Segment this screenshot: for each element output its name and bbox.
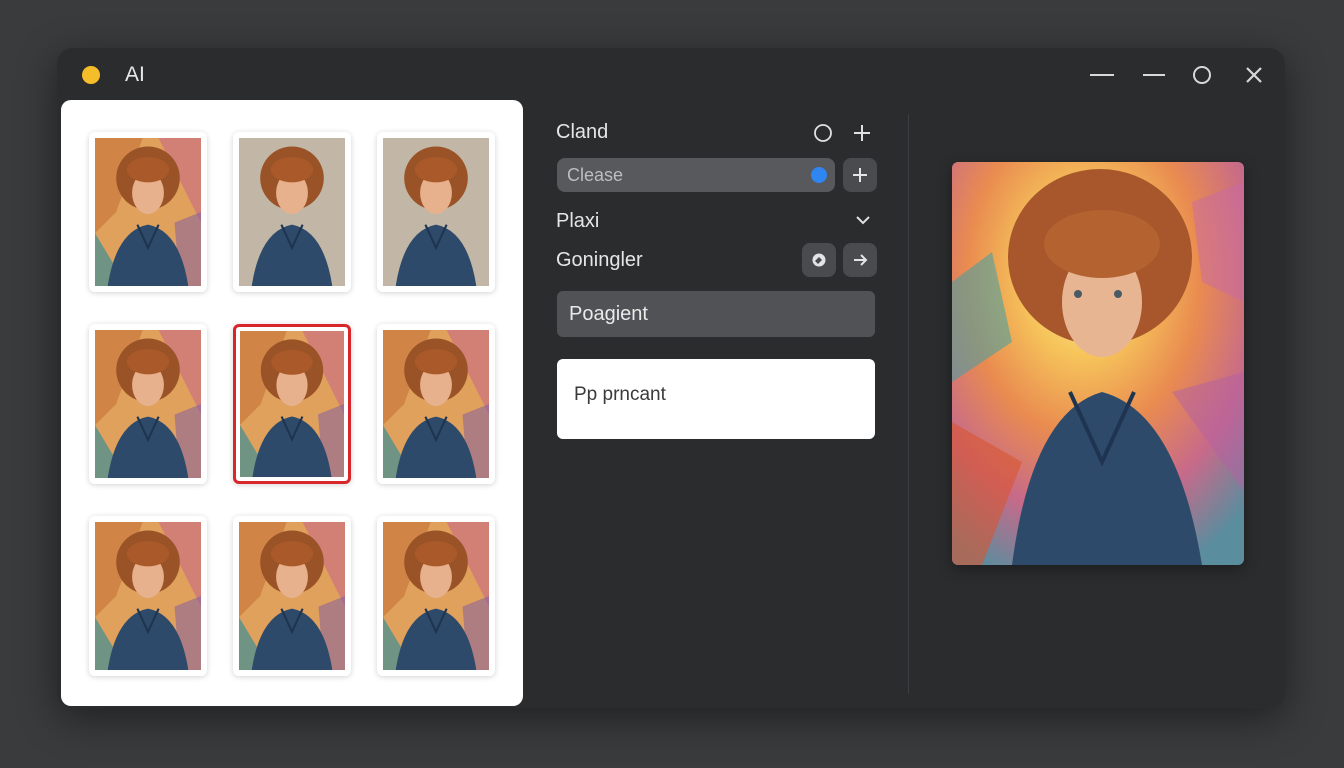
thumbnail[interactable]: [233, 132, 351, 292]
poagient-label: Poagient: [569, 303, 648, 325]
portrait-image: [240, 331, 344, 477]
goningler-label: Goningler: [556, 249, 643, 271]
next-button[interactable]: [843, 243, 877, 277]
app-title: AI: [125, 63, 145, 86]
add-button[interactable]: [843, 158, 877, 192]
thumbnail[interactable]: [377, 324, 495, 484]
prompt-text: Pp prncant: [574, 384, 666, 405]
portrait-image: [239, 522, 345, 670]
portrait-image: [239, 138, 345, 286]
image-gallery: [61, 100, 523, 706]
maximize-icon[interactable]: [1189, 62, 1215, 88]
close-icon[interactable]: [1241, 62, 1267, 88]
portrait-image: [383, 522, 489, 670]
thumbnail[interactable]: [377, 516, 495, 676]
app-window: AI Cland Clease Plaxi Goningler Poagient…: [57, 48, 1285, 708]
magic-icon: [812, 253, 826, 267]
preview-image: [952, 162, 1244, 565]
portrait-image: [95, 330, 201, 478]
chevron-down-icon[interactable]: [851, 208, 875, 232]
thumbnail[interactable]: [233, 516, 351, 676]
plus-icon[interactable]: [850, 121, 874, 145]
plaxi-label: Plaxi: [556, 210, 600, 232]
portrait-image: [383, 138, 489, 286]
status-dot: [82, 66, 100, 84]
circle-icon[interactable]: [811, 121, 835, 145]
portrait-image: [95, 522, 201, 670]
prompt-input[interactable]: Pp prncant: [557, 359, 875, 439]
divider: [908, 114, 909, 694]
title-bar: AI: [57, 48, 1285, 100]
select-value: Clease: [567, 165, 624, 185]
minimize-icon[interactable]: [1089, 62, 1115, 88]
plus-icon: [853, 168, 867, 182]
portrait-image: [95, 138, 201, 286]
magic-button[interactable]: [802, 243, 836, 277]
clease-select[interactable]: Clease: [557, 158, 835, 192]
thumbnail-selected[interactable]: [233, 324, 351, 484]
cland-label: Cland: [556, 121, 609, 143]
arrow-right-icon: [854, 254, 868, 266]
check-icon: [811, 167, 827, 183]
thumbnail[interactable]: [377, 132, 495, 292]
thumbnail[interactable]: [89, 324, 207, 484]
thumbnail[interactable]: [89, 132, 207, 292]
poagient-button[interactable]: Poagient: [557, 291, 875, 337]
portrait-image: [383, 330, 489, 478]
thumbnail[interactable]: [89, 516, 207, 676]
minimize-icon[interactable]: [1141, 62, 1167, 88]
